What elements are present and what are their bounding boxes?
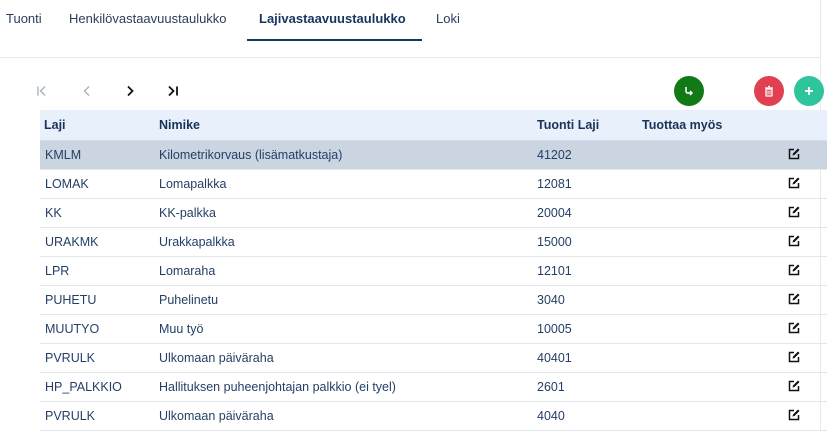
cell-tuonti-laji: 40401 <box>537 351 572 365</box>
cell-nimike: Muu työ <box>159 322 204 336</box>
cell-nimike: Ulkomaan päiväraha <box>159 409 274 423</box>
cell-tuonti-laji: 10005 <box>537 322 572 336</box>
table-row[interactable]: PVRULK Ulkomaan päiväraha 4040 <box>40 402 827 431</box>
cell-laji: MUUTYO <box>45 322 100 336</box>
first-page-button[interactable] <box>34 82 50 100</box>
cell-tuonti-laji: 41202 <box>537 148 572 162</box>
cell-nimike: Kilometrikorvaus (lisämatkustaja) <box>159 148 343 162</box>
edit-icon[interactable] <box>787 321 801 335</box>
cell-laji: URAKMK <box>45 235 99 249</box>
cell-tuonti-laji: 12081 <box>537 177 572 191</box>
cell-tuonti-laji: 3040 <box>537 293 565 307</box>
edit-icon[interactable] <box>787 408 801 422</box>
cell-tuonti-laji: 4040 <box>537 409 565 423</box>
table-row[interactable]: HP_PALKKIO Hallituksen puheenjohtajan pal… <box>40 373 827 402</box>
cell-laji: KK <box>45 206 62 220</box>
edit-icon[interactable] <box>787 147 801 161</box>
cell-laji: KMLM <box>45 148 82 162</box>
table-row[interactable]: KMLM Kilometrikorvaus (lisämatkustaja) 412… <box>40 141 827 170</box>
next-page-icon <box>127 85 134 97</box>
import-arrow-icon <box>685 87 694 96</box>
cell-nimike: Lomapalkka <box>159 177 227 191</box>
edit-icon[interactable] <box>787 205 801 219</box>
tab-bar: Tuonti Henkilövastaavuustaulukko Lajivas… <box>0 0 820 58</box>
import-button[interactable] <box>674 76 704 106</box>
tab-henkilovastaavuustaulukko[interactable]: Henkilövastaavuustaulukko <box>69 11 227 26</box>
tab-loki[interactable]: Loki <box>436 11 460 26</box>
table-row[interactable]: MUUTYO Muu työ 10005 <box>40 315 827 344</box>
edit-icon[interactable] <box>787 350 801 364</box>
table-header: Laji Nimike Tuonti Laji Tuottaa myös <box>40 110 827 141</box>
prev-page-icon <box>83 86 90 96</box>
table-row[interactable]: URAKMK Urakkapalkka 15000 <box>40 228 827 257</box>
table-row[interactable]: LOMAK Lomapalkka 12081 <box>40 170 827 199</box>
cell-laji: PUHETU <box>45 293 97 307</box>
last-page-button[interactable] <box>165 82 181 100</box>
header-nimike[interactable]: Nimike <box>159 118 200 132</box>
table-row[interactable]: PUHETU Puhelinetu 3040 <box>40 286 827 315</box>
cell-nimike: Puhelinetu <box>159 293 219 307</box>
edit-icon[interactable] <box>787 263 801 277</box>
table-body: KMLM Kilometrikorvaus (lisämatkustaja) 412… <box>40 141 827 431</box>
delete-button[interactable] <box>754 76 784 106</box>
cell-tuonti-laji: 20004 <box>537 206 572 220</box>
header-tuonti-laji[interactable]: Tuonti Laji <box>537 118 599 132</box>
table-row[interactable]: KK KK-palkka 20004 <box>40 199 827 228</box>
edit-icon[interactable] <box>787 292 801 306</box>
next-page-button[interactable] <box>122 82 138 100</box>
cell-nimike: Hallituksen puheenjohtajan palkkio (ei t… <box>159 380 396 394</box>
cell-nimike: Ulkomaan päiväraha <box>159 351 274 365</box>
edit-icon[interactable] <box>787 176 801 190</box>
laji-table: Laji Nimike Tuonti Laji Tuottaa myös KML… <box>40 110 827 431</box>
tab-lajivastaavuustaulukko[interactable]: Lajivastaavuustaulukko <box>259 11 406 26</box>
tab-tuonti[interactable]: Tuonti <box>6 11 42 26</box>
cell-laji: PVRULK <box>45 351 96 365</box>
first-page-icon <box>37 86 46 96</box>
cell-tuonti-laji: 15000 <box>537 235 572 249</box>
cell-nimike: Lomaraha <box>159 264 216 278</box>
active-tab-indicator <box>247 39 422 41</box>
edit-icon[interactable] <box>787 379 801 393</box>
edit-icon[interactable] <box>787 234 801 248</box>
add-button[interactable] <box>794 76 824 106</box>
header-tuottaa-myos[interactable]: Tuottaa myös <box>642 118 722 132</box>
trash-icon <box>765 85 773 97</box>
cell-laji: PVRULK <box>45 409 96 423</box>
last-page-icon <box>168 85 178 97</box>
plus-icon <box>805 87 813 95</box>
cell-tuonti-laji: 2601 <box>537 380 565 394</box>
cell-laji: LOMAK <box>45 177 89 191</box>
table-row[interactable]: LPR Lomaraha 12101 <box>40 257 827 286</box>
cell-nimike: Urakkapalkka <box>159 235 235 249</box>
prev-page-button[interactable] <box>79 82 95 100</box>
cell-nimike: KK-palkka <box>159 206 216 220</box>
cell-tuonti-laji: 12101 <box>537 264 572 278</box>
table-row[interactable]: PVRULK Ulkomaan päiväraha 40401 <box>40 344 827 373</box>
header-laji[interactable]: Laji <box>44 118 66 132</box>
cell-laji: HP_PALKKIO <box>45 380 122 394</box>
cell-laji: LPR <box>45 264 70 278</box>
